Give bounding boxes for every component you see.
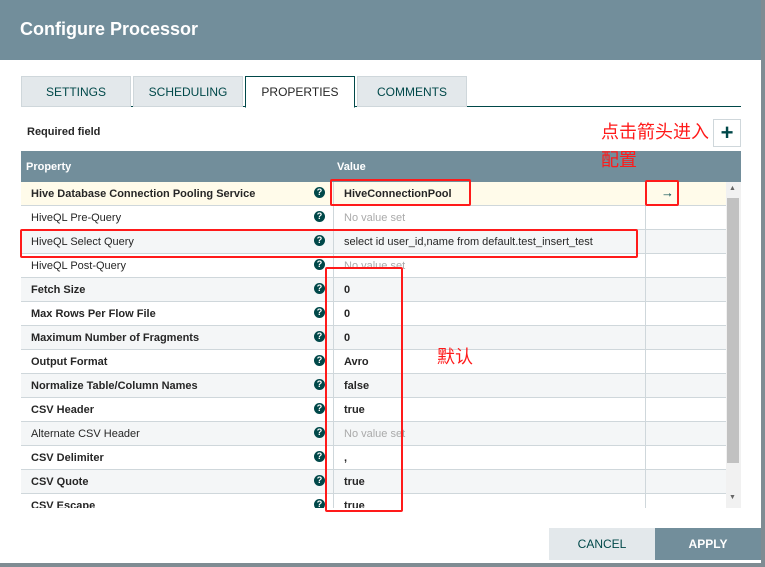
help-icon[interactable]: ?	[314, 355, 325, 366]
cancel-button[interactable]: CANCEL	[549, 528, 655, 560]
property-name: CSV Header	[31, 404, 94, 416]
apply-button[interactable]: APPLY	[655, 528, 761, 560]
property-name: Fetch Size	[31, 284, 86, 296]
property-name: Alternate CSV Header	[31, 428, 140, 440]
annotation-box-defaults	[325, 267, 403, 512]
property-name: Max Rows Per Flow File	[31, 308, 156, 320]
help-icon[interactable]: ?	[314, 259, 325, 270]
dialog-title: Configure Processor	[0, 0, 761, 60]
configure-processor-dialog: Configure Processor SETTINGS SCHEDULING …	[0, 0, 761, 563]
add-property-button[interactable]: +	[713, 119, 741, 147]
scrollbar-thumb[interactable]	[727, 198, 739, 463]
annotation-box-query	[20, 229, 638, 258]
property-name: Maximum Number of Fragments	[31, 332, 200, 344]
property-name: HiveQL Pre-Query	[31, 212, 122, 224]
annotation-box-arrow	[645, 180, 679, 206]
help-icon[interactable]: ?	[314, 427, 325, 438]
property-name: Normalize Table/Column Names	[31, 380, 198, 392]
help-icon[interactable]: ?	[314, 451, 325, 462]
help-icon[interactable]: ?	[314, 379, 325, 390]
property-name: CSV Delimiter	[31, 452, 104, 464]
property-name: CSV Quote	[31, 476, 89, 488]
property-name: HiveQL Post-Query	[31, 260, 126, 272]
help-icon[interactable]: ?	[314, 331, 325, 342]
tab-bar: SETTINGS SCHEDULING PROPERTIES COMMENTS	[21, 76, 741, 108]
required-field-label: Required field	[27, 126, 101, 138]
help-icon[interactable]: ?	[314, 475, 325, 486]
annotation-default-note: 默认	[437, 347, 473, 367]
property-value[interactable]: No value set	[333, 206, 646, 230]
tab-settings[interactable]: SETTINGS	[21, 76, 131, 107]
column-property: Property	[26, 161, 72, 173]
column-value: Value	[337, 161, 366, 173]
tab-comments[interactable]: COMMENTS	[357, 76, 467, 107]
scroll-down-icon[interactable]: ▼	[729, 494, 736, 501]
scroll-up-icon[interactable]: ▲	[729, 185, 736, 192]
help-icon[interactable]: ?	[314, 211, 325, 222]
annotation-arrow-note: 点击箭头进入配置	[601, 122, 709, 170]
scrollbar[interactable]: ▲ ▼	[726, 182, 741, 508]
tab-scheduling[interactable]: SCHEDULING	[133, 76, 243, 107]
help-icon[interactable]: ?	[314, 283, 325, 294]
property-name: CSV Escape	[31, 500, 96, 508]
help-icon[interactable]: ?	[314, 307, 325, 318]
table-row[interactable]: HiveQL Pre-Query ? No value set	[21, 206, 726, 230]
tab-properties[interactable]: PROPERTIES	[245, 76, 355, 108]
property-name: Output Format	[31, 356, 108, 368]
help-icon[interactable]: ?	[314, 499, 325, 508]
property-name: Hive Database Connection Pooling Service	[31, 188, 256, 200]
help-icon[interactable]: ?	[314, 187, 325, 198]
help-icon[interactable]: ?	[314, 403, 325, 414]
annotation-box-value	[330, 179, 471, 206]
